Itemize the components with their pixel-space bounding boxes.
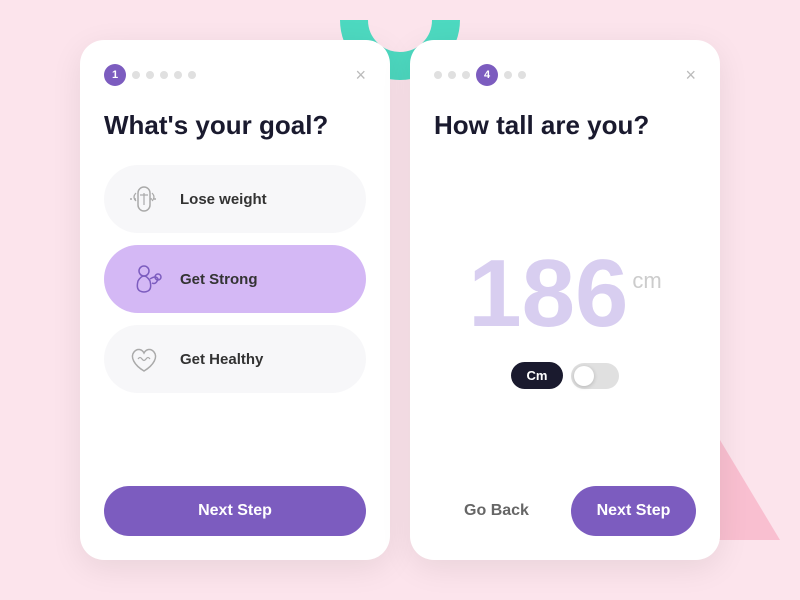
goal-get-healthy[interactable]: Get Healthy bbox=[104, 325, 366, 393]
get-strong-icon bbox=[124, 259, 164, 299]
unit-cm-button[interactable]: Cm bbox=[511, 362, 564, 389]
dot-active-1: 1 bbox=[104, 64, 126, 86]
goal-get-strong[interactable]: Get Strong bbox=[104, 245, 366, 313]
height-value-display: 186 cm bbox=[468, 246, 662, 342]
height-unit-label: cm bbox=[632, 270, 661, 292]
dot-4 bbox=[160, 71, 168, 79]
card-goal: 1 × What's your goal? bbox=[80, 40, 390, 560]
card-goal-body: 1 × What's your goal? bbox=[80, 40, 390, 470]
goal-lose-weight[interactable]: Lose weight bbox=[104, 165, 366, 233]
dot2-6 bbox=[518, 71, 526, 79]
dot-3 bbox=[146, 71, 154, 79]
close-button-2[interactable]: × bbox=[685, 66, 696, 84]
get-healthy-icon bbox=[124, 339, 164, 379]
unit-toggle-thumb bbox=[574, 366, 594, 386]
cards-container: 1 × What's your goal? bbox=[0, 0, 800, 600]
unit-toggle-track[interactable] bbox=[571, 363, 619, 389]
card-goal-title: What's your goal? bbox=[104, 110, 366, 141]
dot2-5 bbox=[504, 71, 512, 79]
dot-2 bbox=[132, 71, 140, 79]
card-height-body: 4 × How tall are you? 186 cm Cm bbox=[410, 40, 720, 470]
close-button-1[interactable]: × bbox=[355, 66, 366, 84]
dot2-3 bbox=[462, 71, 470, 79]
dot2-active-4: 4 bbox=[476, 64, 498, 86]
card-height: 4 × How tall are you? 186 cm Cm bbox=[410, 40, 720, 560]
next-step-button-2[interactable]: Next Step bbox=[571, 486, 696, 536]
goal-options: Lose weight Get Strong bbox=[104, 165, 366, 470]
height-digits: 186 bbox=[468, 246, 628, 342]
dot-6 bbox=[188, 71, 196, 79]
lose-weight-label: Lose weight bbox=[180, 191, 267, 208]
next-step-button-1[interactable]: Next Step bbox=[104, 486, 366, 536]
get-strong-label: Get Strong bbox=[180, 271, 258, 288]
dot2-2 bbox=[448, 71, 456, 79]
card-height-footer: Go Back Next Step bbox=[410, 470, 720, 560]
progress-dots-2: 4 × bbox=[434, 64, 696, 86]
progress-dots-1: 1 × bbox=[104, 64, 366, 86]
unit-toggle: Cm bbox=[511, 362, 620, 389]
go-back-button[interactable]: Go Back bbox=[434, 486, 559, 536]
card-height-title: How tall are you? bbox=[434, 110, 696, 141]
card-goal-footer: Next Step bbox=[80, 470, 390, 560]
lose-weight-icon bbox=[124, 179, 164, 219]
get-healthy-label: Get Healthy bbox=[180, 351, 263, 368]
height-display: 186 cm Cm bbox=[434, 165, 696, 470]
dot2-1 bbox=[434, 71, 442, 79]
dot-5 bbox=[174, 71, 182, 79]
